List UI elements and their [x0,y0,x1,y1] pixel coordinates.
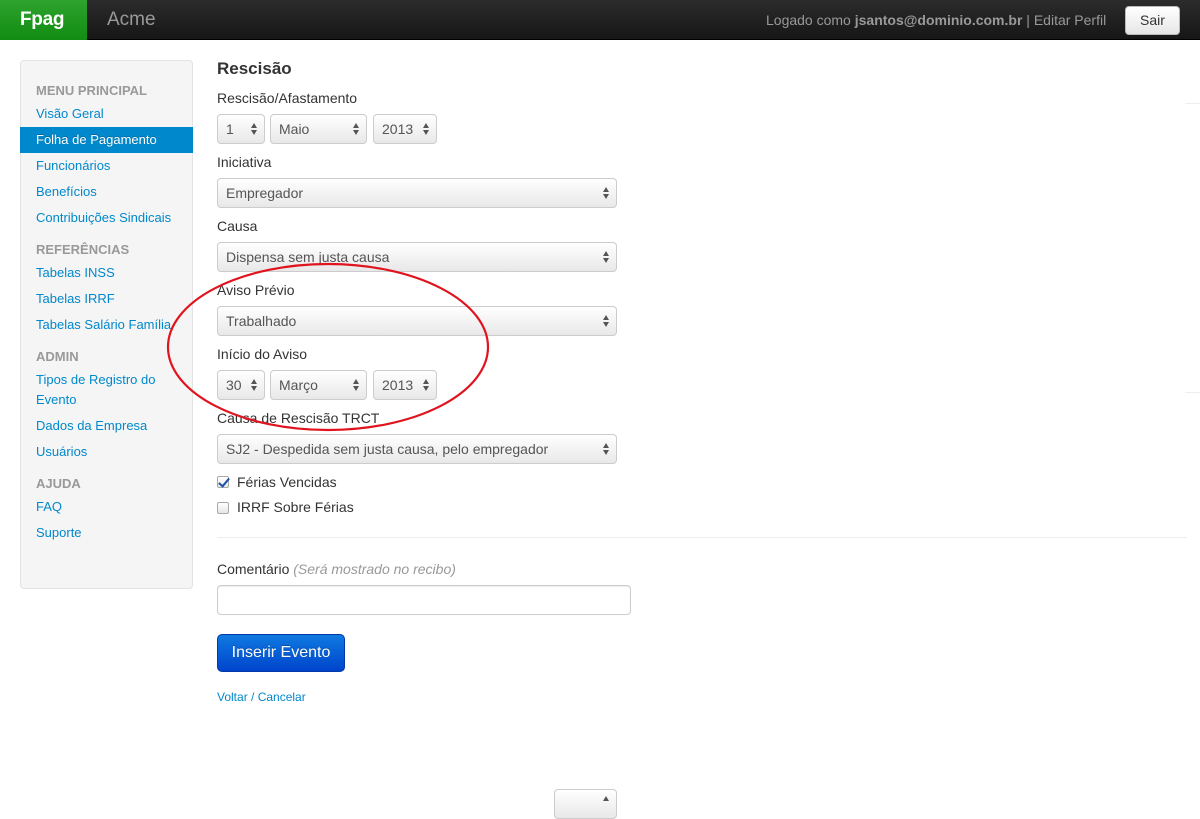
iniciativa-value: Empregador [226,185,304,201]
rescisao-year-select[interactable]: 2013 [373,114,437,144]
inicio-month-value: Março [279,377,318,393]
aviso-previo-select[interactable]: Trabalhado [217,306,617,336]
rescisao-day-select[interactable]: 1 [217,114,265,144]
rescisao-day-value: 1 [226,121,234,137]
select-arrows-icon [603,314,610,328]
sidebar-item-faq[interactable]: FAQ [21,494,192,520]
aviso-previo-value: Trabalhado [226,313,297,329]
comentario-input[interactable] [217,585,631,615]
iniciativa-label: Iniciativa [217,154,272,170]
sidebar-item-suporte[interactable]: Suporte [21,520,192,546]
sidebar-nav: MENU PRINCIPAL Visão Geral Folha de Paga… [20,60,193,589]
company-name[interactable]: Acme [107,0,156,40]
causa-label: Causa [217,218,258,234]
select-arrows-icon [353,378,360,392]
nav-header-admin: ADMIN [36,349,79,364]
inicio-day-select[interactable]: 30 [217,370,265,400]
sidebar-item-tabelas-irrf[interactable]: Tabelas IRRF [21,286,192,312]
nav-header-ajuda: AJUDA [36,476,81,491]
inserir-evento-button[interactable]: Inserir Evento [217,634,345,672]
nav-header-menu-principal: MENU PRINCIPAL [36,83,147,98]
select-arrows-icon [353,122,360,136]
inicio-year-select[interactable]: 2013 [373,370,437,400]
rescisao-year-value: 2013 [382,121,414,137]
comentario-label: Comentário (Será mostrado no recibo) [217,561,456,577]
sidebar-item-usuarios[interactable]: Usuários [21,439,192,465]
ferias-vencidas-label: Férias Vencidas [237,474,337,490]
sidebar-item-tipos-de-registro[interactable]: Tipos de Registro do Evento [21,367,192,413]
rescisao-month-select[interactable]: Maio [270,114,367,144]
select-arrows-icon [423,378,430,392]
nav-header-referencias: REFERÊNCIAS [36,242,130,257]
rescisao-label: Rescisão/Afastamento [217,90,358,106]
form-divider [217,537,1187,538]
sidebar-item-visao-geral[interactable]: Visão Geral [21,101,192,127]
inicio-month-select[interactable]: Março [270,370,367,400]
aviso-previo-label: Aviso Prévio [217,282,295,298]
sidebar-item-contribuicoes-sindicais[interactable]: Contribuições Sindicais [21,205,192,231]
select-arrows-icon [251,378,258,392]
select-arrows-icon [603,795,610,809]
inicio-aviso-label: Início do Aviso [217,346,308,362]
main-content: Rescisão Rescisão/Afastamento 1 Maio 201… [217,0,1200,800]
sidebar-item-funcionarios[interactable]: Funcionários [21,153,192,179]
sidebar-item-dados-da-empresa[interactable]: Dados da Empresa [21,413,192,439]
comentario-hint: (Será mostrado no recibo) [293,561,456,577]
sidebar-item-beneficios[interactable]: Benefícios [21,179,192,205]
sidebar-item-tabelas-salario-familia[interactable]: Tabelas Salário Família [21,312,192,338]
select-arrows-icon [603,186,610,200]
right-panel-edge [1185,103,1200,393]
partial-select[interactable] [554,789,617,819]
ferias-vencidas-checkbox[interactable] [217,476,229,488]
select-arrows-icon [603,250,610,264]
rescisao-month-value: Maio [279,121,310,137]
causa-value: Dispensa sem justa causa [226,249,390,265]
select-arrows-icon [603,442,610,456]
inicio-day-value: 30 [226,377,242,393]
trct-select[interactable]: SJ2 - Despedida sem justa causa, pelo em… [217,434,617,464]
trct-label: Causa de Rescisão TRCT [217,410,380,426]
sidebar-item-tabelas-inss[interactable]: Tabelas INSS [21,260,192,286]
inicio-year-value: 2013 [382,377,414,393]
causa-select[interactable]: Dispensa sem justa causa [217,242,617,272]
select-arrows-icon [251,122,258,136]
iniciativa-select[interactable]: Empregador [217,178,617,208]
page-title: Rescisão [217,59,292,78]
irrf-sobre-ferias-label: IRRF Sobre Férias [237,499,354,515]
voltar-cancelar-link[interactable]: Voltar / Cancelar [217,690,306,704]
brand-logo[interactable]: Fpag [0,0,87,40]
irrf-sobre-ferias-checkbox[interactable] [217,502,229,514]
sidebar-item-folha-de-pagamento[interactable]: Folha de Pagamento [20,127,193,153]
select-arrows-icon [423,122,430,136]
trct-value: SJ2 - Despedida sem justa causa, pelo em… [226,441,549,457]
comentario-label-text: Comentário [217,561,290,577]
